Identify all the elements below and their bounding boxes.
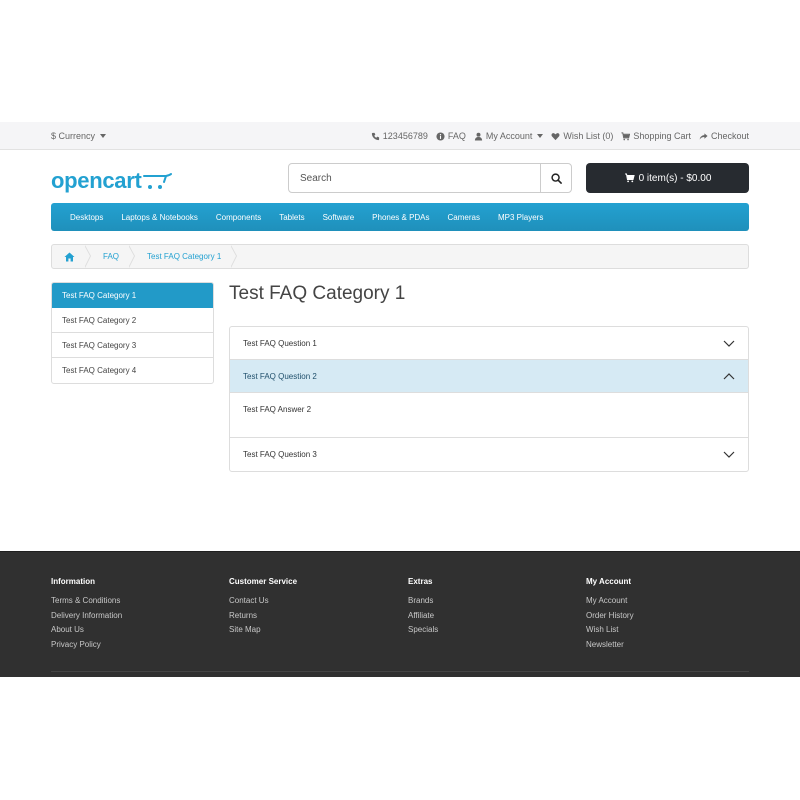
faq-question-1[interactable]: Test FAQ Question 1 xyxy=(230,327,748,360)
chevron-down-icon xyxy=(723,451,735,458)
heart-icon xyxy=(551,132,560,140)
search-icon xyxy=(550,172,562,184)
user-icon xyxy=(474,132,482,141)
breadcrumb: FAQ Test FAQ Category 1 xyxy=(51,244,749,269)
category-item-3[interactable]: Test FAQ Category 3 xyxy=(52,333,213,358)
search-box xyxy=(288,163,572,193)
footer-link[interactable]: My Account xyxy=(586,594,634,609)
category-item-1[interactable]: Test FAQ Category 1 xyxy=(52,283,213,308)
footer-link[interactable]: Returns xyxy=(229,609,297,624)
cart-icon xyxy=(624,173,635,183)
faq-link[interactable]: FAQ xyxy=(436,131,466,141)
footer-link[interactable]: Brands xyxy=(408,594,438,609)
logo-cart-icon xyxy=(142,173,172,189)
phone-number: 123456789 xyxy=(382,131,428,141)
top-bar: $ Currency 123456789 FAQ My Account Wish… xyxy=(0,122,800,150)
cart-summary: 0 item(s) - $0.00 xyxy=(638,172,712,184)
footer-column-my-account: My Account My Account Order History Wish… xyxy=(586,577,634,653)
cart-button[interactable]: 0 item(s) - $0.00 xyxy=(586,163,749,193)
footer-column-information: Information Terms & Conditions Delivery … xyxy=(51,577,122,653)
faq-label: FAQ xyxy=(447,131,466,141)
menu-item-laptops-notebooks[interactable]: Laptops & Notebooks xyxy=(112,213,207,222)
breadcrumb-home[interactable] xyxy=(52,245,91,268)
checkout-label: Checkout xyxy=(710,131,749,141)
menu-item-components[interactable]: Components xyxy=(207,213,270,222)
menu-item-desktops[interactable]: Desktops xyxy=(61,213,112,222)
logo-text: opencart xyxy=(51,168,142,193)
menu-item-cameras[interactable]: Cameras xyxy=(439,213,489,222)
menu-item-software[interactable]: Software xyxy=(314,213,364,222)
share-icon xyxy=(699,132,708,139)
footer-heading: My Account xyxy=(586,577,632,586)
info-icon xyxy=(436,131,445,141)
footer-link[interactable]: Terms & Conditions xyxy=(51,594,122,609)
footer-column-extras: Extras Brands Affiliate Specials xyxy=(408,577,438,638)
my-account-label: My Account xyxy=(485,131,533,141)
search-button[interactable] xyxy=(540,164,571,192)
footer-link[interactable]: Contact Us xyxy=(229,594,297,609)
footer-link[interactable]: Delivery Information xyxy=(51,609,122,624)
faq-question-3[interactable]: Test FAQ Question 3 xyxy=(230,438,748,471)
main-menu: Desktops Laptops & Notebooks Components … xyxy=(51,203,749,231)
wish-list-label: Wish List (0) xyxy=(563,131,614,141)
footer: Information Terms & Conditions Delivery … xyxy=(0,551,800,677)
header: opencart 0 item(s) - $0.00 xyxy=(51,163,749,193)
checkout-link[interactable]: Checkout xyxy=(699,131,749,141)
category-item-4[interactable]: Test FAQ Category 4 xyxy=(52,358,213,383)
opencart-logo[interactable]: opencart xyxy=(51,166,172,192)
question-text: Test FAQ Question 1 xyxy=(243,338,317,348)
question-text: Test FAQ Question 2 xyxy=(243,371,317,381)
menu-item-mp3-players[interactable]: MP3 Players xyxy=(489,213,552,222)
breadcrumb-current-category[interactable]: Test FAQ Category 1 xyxy=(129,245,238,268)
footer-link[interactable]: Privacy Policy xyxy=(51,638,122,653)
faq-question-2[interactable]: Test FAQ Question 2 xyxy=(230,360,748,393)
chevron-down-icon xyxy=(723,340,735,347)
faq-category-list: Test FAQ Category 1 Test FAQ Category 2 … xyxy=(51,282,214,384)
footer-link[interactable]: Specials xyxy=(408,623,438,638)
shopping-cart-link[interactable]: Shopping Cart xyxy=(621,131,691,141)
home-icon xyxy=(64,252,75,261)
faq-answer-2: Test FAQ Answer 2 xyxy=(230,393,748,438)
footer-link[interactable]: Newsletter xyxy=(586,638,634,653)
footer-link[interactable]: About Us xyxy=(51,623,122,638)
currency-label: $ Currency xyxy=(51,131,96,141)
search-input[interactable] xyxy=(289,164,540,192)
footer-link[interactable]: Site Map xyxy=(229,623,297,638)
footer-heading: Information xyxy=(51,577,95,586)
wish-list-link[interactable]: Wish List (0) xyxy=(551,131,613,141)
footer-link[interactable]: Order History xyxy=(586,609,634,624)
footer-heading: Extras xyxy=(408,577,433,586)
category-item-2[interactable]: Test FAQ Category 2 xyxy=(52,308,213,333)
caret-down-icon xyxy=(537,134,544,138)
shopping-cart-label: Shopping Cart xyxy=(633,131,691,141)
phone-icon xyxy=(371,132,379,140)
cart-icon xyxy=(621,131,631,140)
breadcrumb-faq[interactable]: FAQ xyxy=(85,245,136,268)
footer-link[interactable]: Affiliate xyxy=(408,609,438,624)
footer-divider xyxy=(51,671,749,672)
faq-accordion: Test FAQ Question 1 Test FAQ Question 2 … xyxy=(229,326,749,472)
question-text: Test FAQ Question 3 xyxy=(243,450,317,459)
menu-item-phones-pdas[interactable]: Phones & PDAs xyxy=(363,213,438,222)
footer-heading: Customer Service xyxy=(229,577,298,586)
page-title: Test FAQ Category 1 xyxy=(229,283,406,304)
caret-down-icon xyxy=(100,134,107,138)
footer-column-customer-service: Customer Service Contact Us Returns Site… xyxy=(229,577,297,638)
phone-link[interactable]: 123456789 xyxy=(371,131,428,141)
chevron-up-icon xyxy=(723,372,735,379)
currency-dropdown[interactable]: $ Currency xyxy=(51,131,107,141)
menu-item-tablets[interactable]: Tablets xyxy=(270,213,313,222)
my-account-dropdown[interactable]: My Account xyxy=(474,131,544,141)
footer-link[interactable]: Wish List xyxy=(586,623,634,638)
